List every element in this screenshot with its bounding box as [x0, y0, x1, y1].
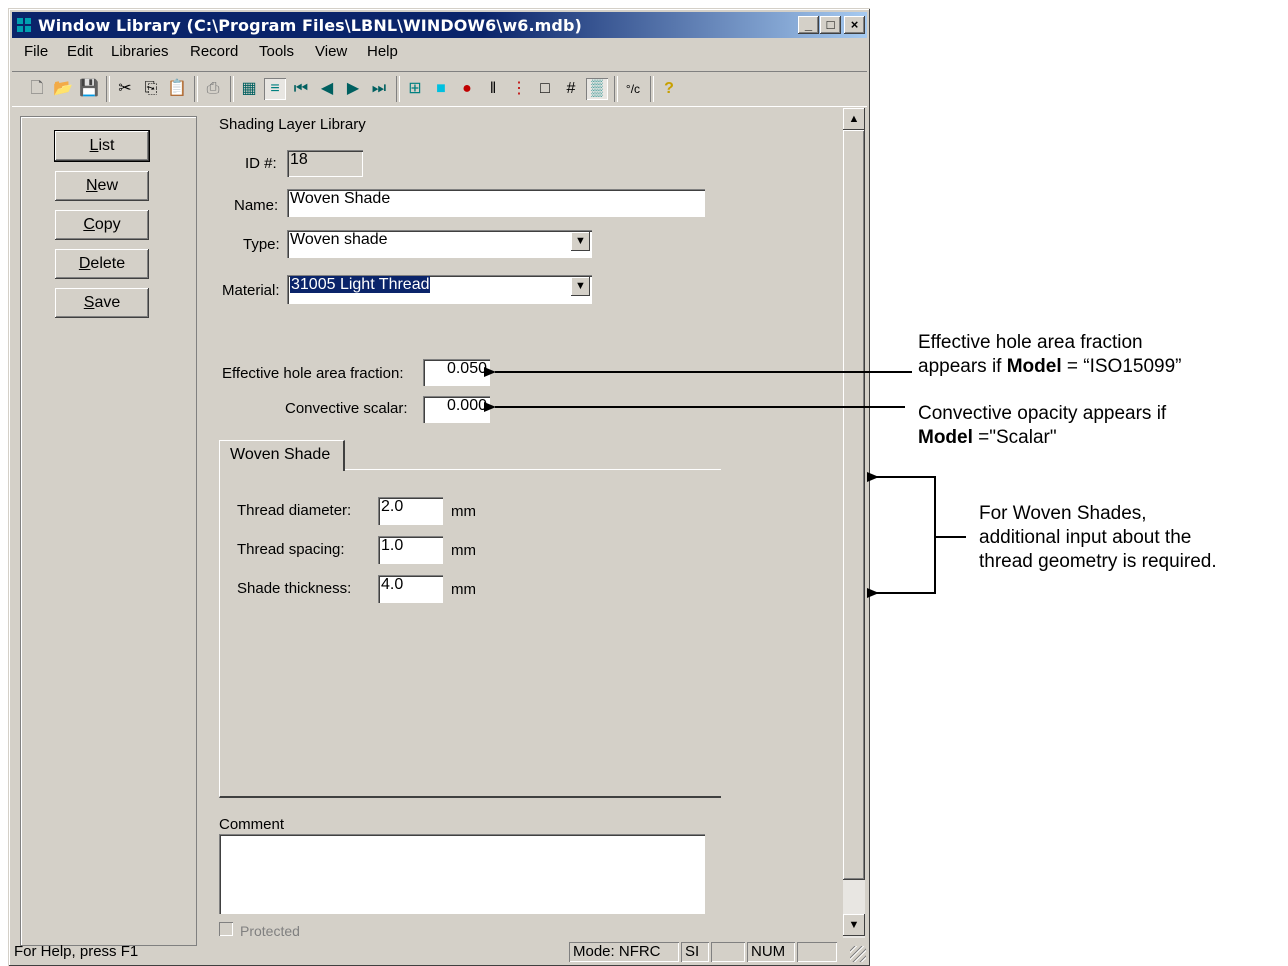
conv-note-post: ="Scalar" [972, 427, 1057, 448]
woven-note-line3: thread geometry is required. [979, 551, 1217, 572]
annotation-arrows [484, 367, 966, 598]
hole-note-post: = “ISO15099” [1061, 356, 1182, 377]
hole-note-line2: appears if Model = “ISO15099” [918, 355, 1182, 379]
woven-note: For Woven Shades, additional input about… [979, 502, 1217, 574]
hole-note-bold: Model [1006, 356, 1062, 377]
hole-fraction-note: Effective hole area fraction appears if … [918, 331, 1182, 379]
conv-note-line2: Model ="Scalar" [918, 426, 1166, 450]
woven-note-line2: additional input about the [979, 527, 1192, 548]
woven-note-line1: For Woven Shades, [979, 503, 1147, 524]
convective-note: Convective opacity appears if Model ="Sc… [918, 402, 1166, 450]
woven-bracket [874, 476, 936, 594]
hole-note-pre: appears if [918, 356, 1007, 377]
hole-note-line1: Effective hole area fraction [918, 332, 1143, 353]
conv-note-bold: Model [918, 427, 973, 448]
conv-note-line1: Convective opacity appears if [918, 403, 1167, 424]
